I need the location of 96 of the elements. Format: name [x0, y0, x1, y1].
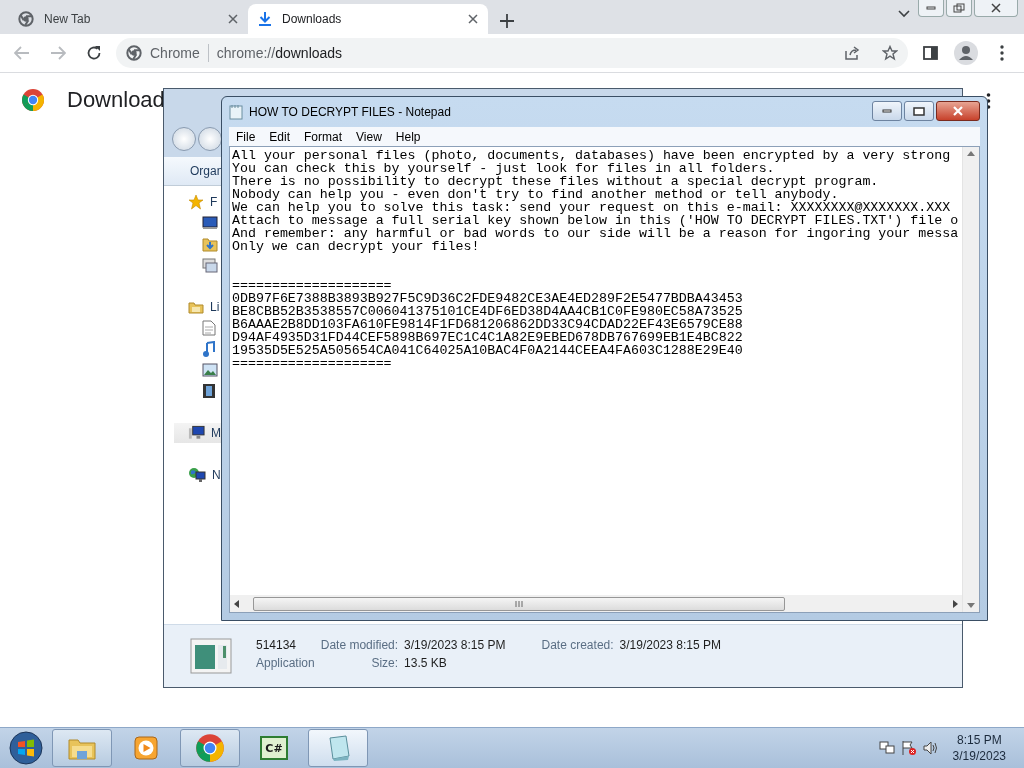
- volume-icon[interactable]: [922, 740, 939, 756]
- film-icon: [202, 382, 216, 399]
- close-icon[interactable]: [468, 14, 478, 24]
- text-line: 19535D5E525A505654CA041C64025A10BAC4F0A2144CEEA4FA603C1288E29E40: [232, 344, 744, 357]
- clock-time[interactable]: 8:15 PM: [956, 732, 1002, 748]
- text-line: All your personal files (photo, documents, databases) have been encrypted by a very strong: [232, 149, 952, 162]
- image-icon: [202, 362, 218, 377]
- chrome-logo-icon: [21, 88, 45, 112]
- nav-item[interactable]: N: [164, 465, 221, 485]
- document-icon: [202, 319, 216, 336]
- window-title: HOW TO DECRYPT FILES - Notepad: [249, 105, 452, 119]
- close-icon: [952, 106, 964, 116]
- taskbar-button[interactable]: [308, 729, 368, 767]
- address-bar[interactable]: Chrome chrome://downloads: [116, 38, 908, 68]
- close-button[interactable]: [974, 0, 1018, 17]
- text-line: D94AF4935D31FD44CEF5898B697EC1C4C1A82E9EBED678DB767699EB1E4BC822: [232, 331, 744, 344]
- restore-button[interactable]: [946, 0, 972, 17]
- share-icon[interactable]: [844, 45, 860, 61]
- maximize-button[interactable]: [904, 101, 934, 121]
- text-line: ====================: [232, 357, 393, 370]
- clock-date[interactable]: 3/19/2023: [952, 748, 1006, 764]
- chevron-icon[interactable]: [898, 10, 910, 18]
- browser-tab[interactable]: Downloads: [248, 4, 488, 34]
- scroll-right-icon[interactable]: [953, 599, 958, 608]
- file-type: Application: [256, 656, 315, 672]
- menu-item[interactable]: View: [349, 129, 389, 144]
- star-icon[interactable]: [882, 45, 898, 61]
- detail-label: Date created:: [541, 638, 614, 654]
- library-icon: [188, 299, 204, 315]
- chrome-icon: [18, 11, 34, 27]
- close-icon[interactable]: [228, 14, 238, 24]
- download-folder-icon: [202, 235, 218, 252]
- text-line: And remember: any harmful or bad words to our side will be a reason for ingoring your messa: [232, 227, 960, 240]
- places-icon: [202, 256, 218, 273]
- chrome-icon: [195, 733, 225, 763]
- menu-item[interactable]: Edit: [262, 129, 298, 144]
- minimize-icon: [926, 6, 936, 10]
- detail-value: 3/19/2023 8:15 PM: [404, 638, 506, 654]
- reload-icon[interactable]: [86, 45, 102, 61]
- horizontal-scrollbar[interactable]: [230, 595, 962, 612]
- star-icon: [188, 194, 204, 210]
- restore-icon: [953, 3, 965, 13]
- text-line: 0DB97F6E7388B3893B927F5C9D36C2FDE9482CE3AE4ED289F2E5477BDBA43453: [232, 292, 744, 305]
- minimize-button[interactable]: [872, 101, 902, 121]
- chrome-icon: [126, 45, 142, 61]
- text-line: There is no possibility to decrypt these files without a special decrypt program.: [232, 175, 880, 188]
- menu-item[interactable]: File: [229, 129, 263, 144]
- text-line: We can help you to solve this task: send your request on this e-mail: XXXXXXXX@XXXXXXX.XXX: [232, 201, 952, 214]
- scroll-up-icon[interactable]: [967, 151, 975, 156]
- detail-label: Date modified:: [320, 638, 399, 654]
- browser-tab[interactable]: New Tab: [8, 4, 248, 34]
- scroll-left-icon[interactable]: [234, 599, 239, 608]
- menu-item[interactable]: Help: [388, 129, 428, 144]
- scroll-thumb[interactable]: [253, 596, 785, 611]
- detail-value: 3/19/2023 8:15 PM: [619, 638, 721, 654]
- download-icon: [258, 11, 272, 27]
- maximize-icon: [913, 106, 925, 116]
- page-title: Download: [67, 87, 165, 113]
- music-icon: [202, 340, 216, 357]
- text-line: B6AAAE2B8DD103FA610FE9814F1FD681206862DD33C94CDAD22EF43E6579CE88: [232, 318, 744, 331]
- detail-label: Size:: [370, 656, 399, 672]
- text-line: BE8CBB52B3538557C006041375101CE4DF6ED38D4AA4CB1C0FE980EC58A73525: [232, 305, 744, 318]
- file-name: 514134: [256, 638, 298, 654]
- close-icon: [991, 3, 1001, 13]
- menu-item[interactable]: Format: [297, 129, 350, 144]
- taskbar-button[interactable]: [180, 729, 240, 767]
- forward-button[interactable]: [198, 127, 222, 151]
- nav-item[interactable]: F: [164, 192, 221, 212]
- csharp-icon: C#: [260, 736, 288, 760]
- close-button[interactable]: [936, 101, 980, 121]
- scroll-down-icon[interactable]: [967, 603, 975, 608]
- start-button[interactable]: [8, 730, 44, 766]
- nav-item[interactable]: M: [174, 423, 221, 443]
- detail-value: 13.5 KB: [404, 656, 448, 672]
- minimize-icon: [882, 109, 892, 113]
- menu-icon[interactable]: [1000, 45, 1004, 61]
- nav-item[interactable]: Li: [164, 297, 221, 317]
- text-line: ====================: [232, 279, 393, 292]
- grip-icon: [515, 600, 523, 607]
- notepad-icon: [229, 104, 243, 120]
- text-line: You can check this by yourself - just look for files in all folders.: [232, 162, 776, 175]
- network-icon[interactable]: [878, 740, 895, 756]
- desktop-icon: [202, 215, 218, 230]
- side-panel-icon[interactable]: [922, 46, 938, 60]
- text-line: Nobody can help you - even don't try to find another method or tell anybody.: [232, 188, 839, 201]
- vertical-scrollbar[interactable]: [962, 147, 979, 612]
- computer-icon: [188, 425, 205, 441]
- text-line: Only we can decrypt your files!: [232, 240, 481, 253]
- new-tab-icon[interactable]: [500, 14, 514, 28]
- file-thumbnail-icon: [190, 638, 232, 674]
- flag-icon[interactable]: [900, 740, 917, 756]
- text-line: Attach to message a full serial key shown below in this ('HOW TO DECRYPT FILES.TXT') file o: [232, 214, 960, 227]
- network-icon: [188, 467, 206, 483]
- taskbar-button[interactable]: C#: [244, 729, 304, 767]
- profile-icon[interactable]: [954, 41, 978, 65]
- play-icon: [133, 735, 159, 761]
